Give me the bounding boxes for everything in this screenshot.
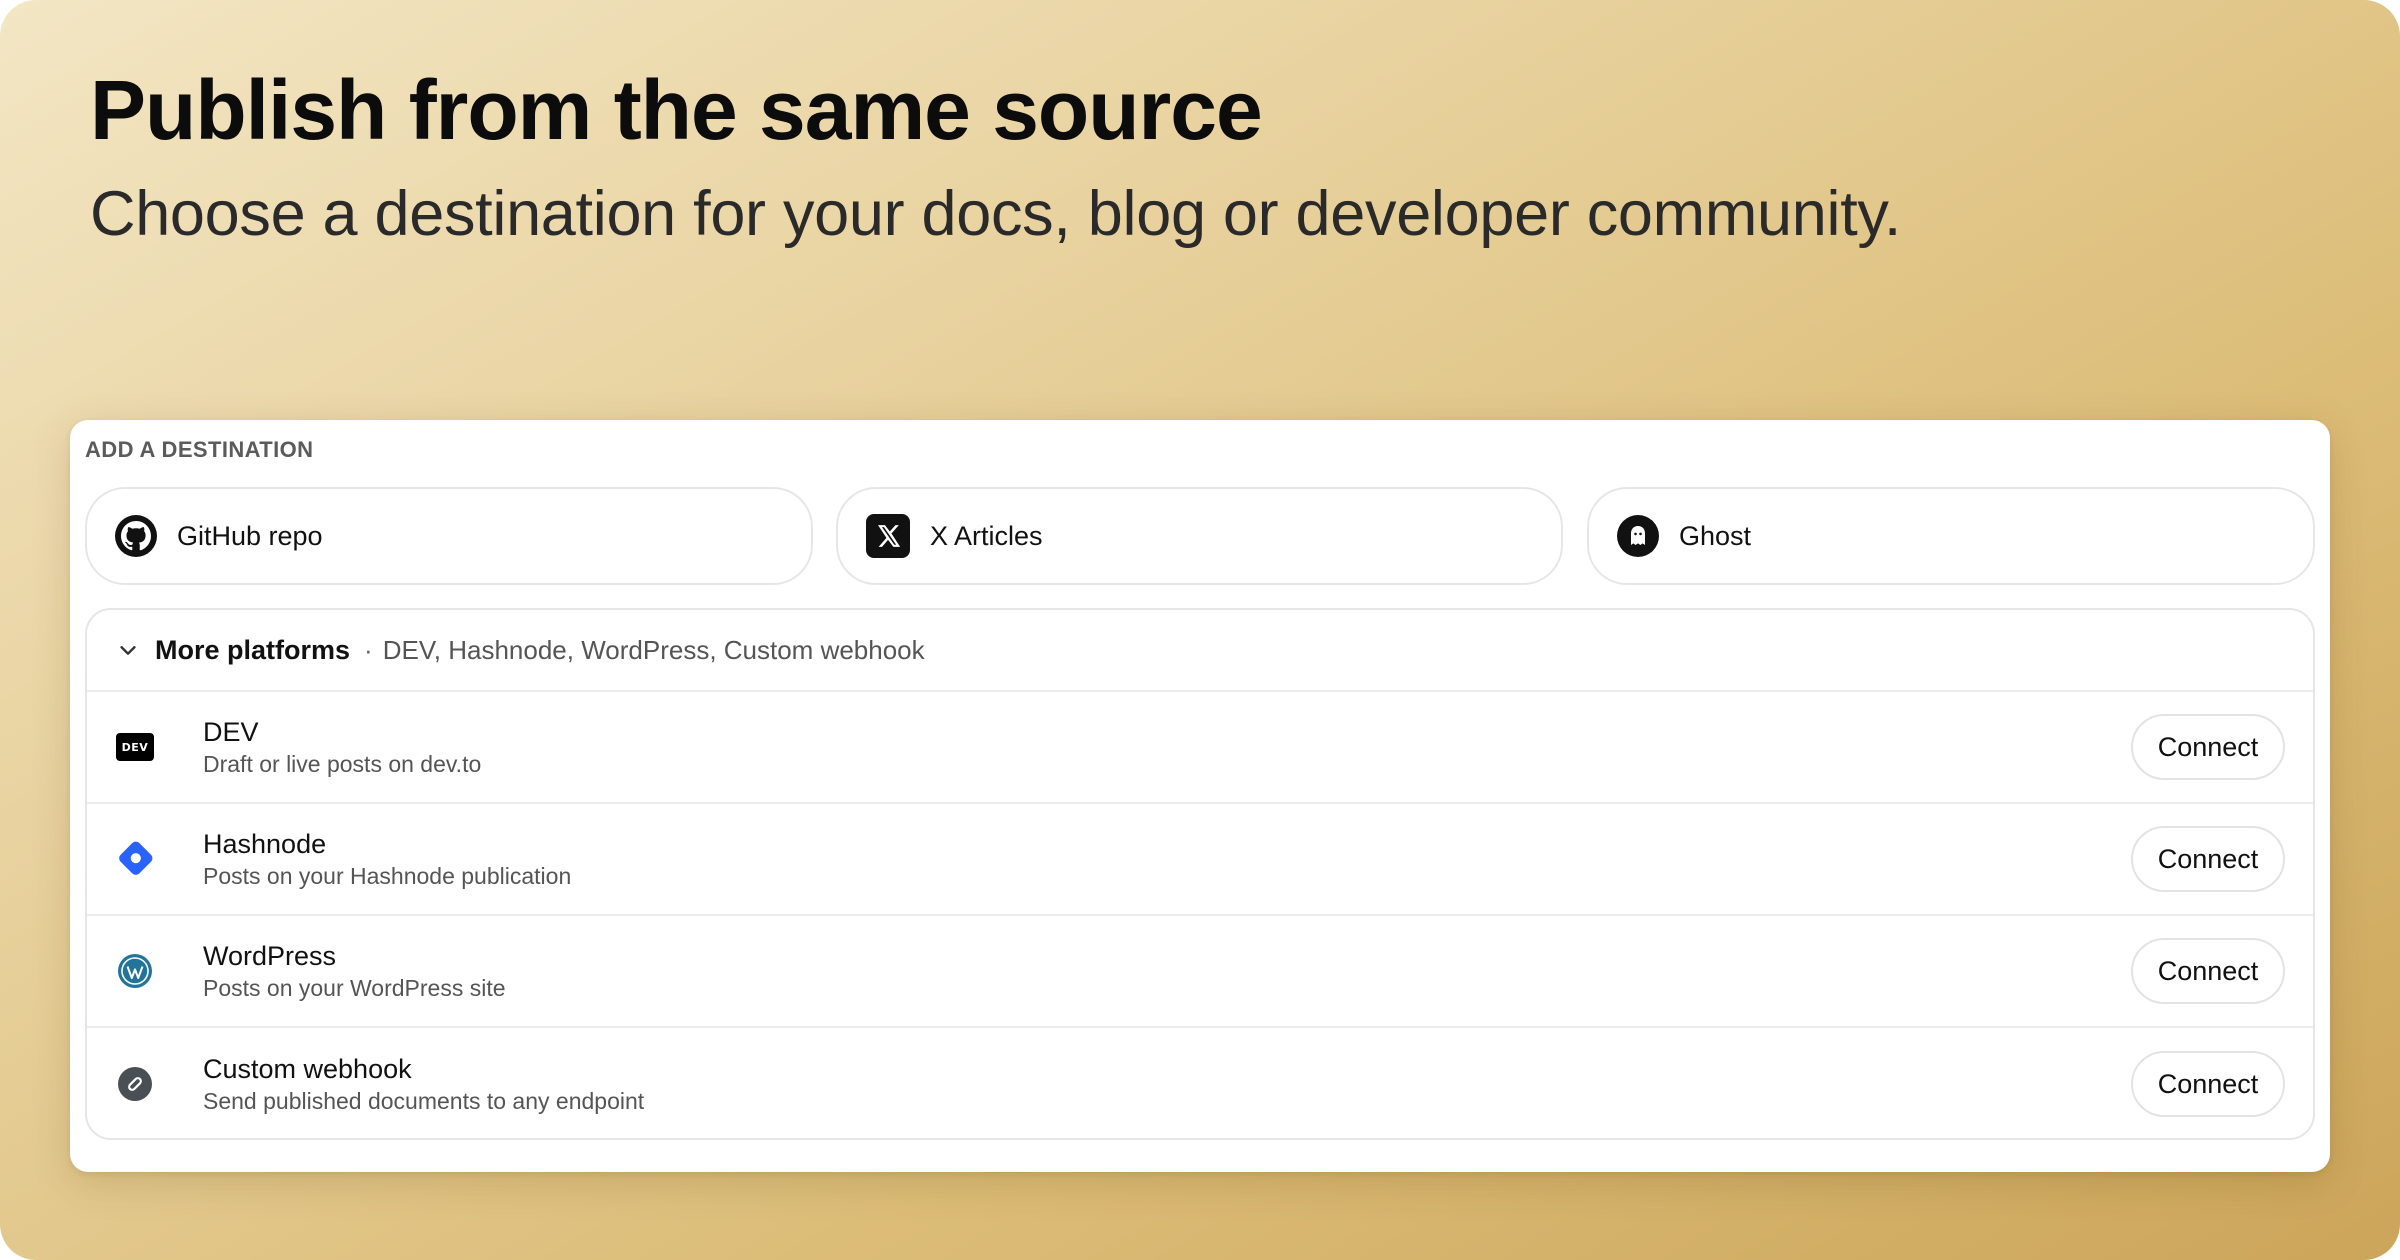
page-background: Publish from the same source Choose a de… [0, 0, 2400, 1260]
github-repo-option[interactable]: GitHub repo [85, 487, 813, 585]
platform-description: Draft or live posts on dev.to [203, 751, 482, 777]
dev-icon: DEV [115, 727, 155, 767]
page-title: Publish from the same source [90, 63, 1263, 157]
wordpress-icon [115, 951, 155, 991]
destination-card: ADD A DESTINATION GitHub repo X Articles… [70, 420, 2330, 1172]
webhook-icon [115, 1064, 155, 1104]
connect-hashnode-button[interactable]: Connect [2131, 826, 2285, 892]
github-icon [115, 515, 157, 557]
chevron-down-icon [117, 639, 139, 661]
more-platforms-toggle[interactable]: More platforms · DEV, Hashnode, WordPres… [87, 610, 2313, 692]
page-subtitle: Choose a destination for your docs, blog… [90, 179, 1902, 249]
platform-description: Posts on your WordPress site [203, 975, 506, 1001]
connect-wordpress-button[interactable]: Connect [2131, 938, 2285, 1004]
hashnode-icon [115, 839, 155, 879]
more-platforms-panel: More platforms · DEV, Hashnode, WordPres… [85, 608, 2315, 1140]
platform-name: Hashnode [203, 829, 327, 859]
platform-row-wordpress: WordPress Posts on your WordPress site C… [87, 916, 2313, 1028]
section-label: ADD A DESTINATION [85, 437, 314, 462]
platform-name: WordPress [203, 941, 337, 971]
platform-name: Custom webhook [203, 1054, 412, 1084]
platform-description: Posts on your Hashnode publication [203, 863, 572, 889]
github-repo-label: GitHub repo [177, 520, 323, 551]
ghost-label: Ghost [1679, 520, 1752, 551]
x-articles-label: X Articles [930, 520, 1043, 551]
ghost-option[interactable]: Ghost [1587, 487, 2315, 585]
platform-row-hashnode: Hashnode Posts on your Hashnode publicat… [87, 804, 2313, 916]
more-platforms-title: More platforms [155, 634, 351, 665]
platform-row-dev: DEV DEV Draft or live posts on dev.to Co… [87, 692, 2313, 804]
platform-row-webhook: Custom webhook Send published documents … [87, 1028, 2313, 1138]
more-platforms-summary: DEV, Hashnode, WordPress, Custom webhook [382, 634, 925, 665]
separator-dot: · [364, 634, 373, 665]
connect-dev-button[interactable]: Connect [2131, 714, 2285, 780]
connect-webhook-button[interactable]: Connect [2131, 1051, 2285, 1117]
ghost-icon [1617, 515, 1659, 557]
platform-description: Send published documents to any endpoint [203, 1088, 645, 1114]
x-articles-option[interactable]: X Articles [836, 487, 1563, 585]
platform-name: DEV [203, 717, 259, 747]
x-icon [866, 514, 910, 558]
